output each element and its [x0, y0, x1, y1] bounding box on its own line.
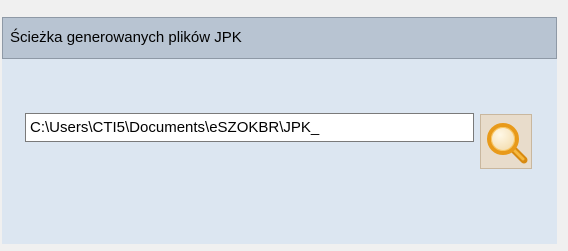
- jpk-path-panel: Ścieżka generowanych plików JPK: [2, 17, 557, 244]
- panel-header: Ścieżka generowanych plików JPK: [2, 17, 557, 59]
- panel-title: Ścieżka generowanych plików JPK: [10, 29, 242, 46]
- jpk-output-path-page: Ścieżka generowanych plików JPK: [0, 0, 568, 251]
- jpk-path-input[interactable]: [25, 113, 474, 142]
- browse-folder-button[interactable]: [480, 114, 532, 169]
